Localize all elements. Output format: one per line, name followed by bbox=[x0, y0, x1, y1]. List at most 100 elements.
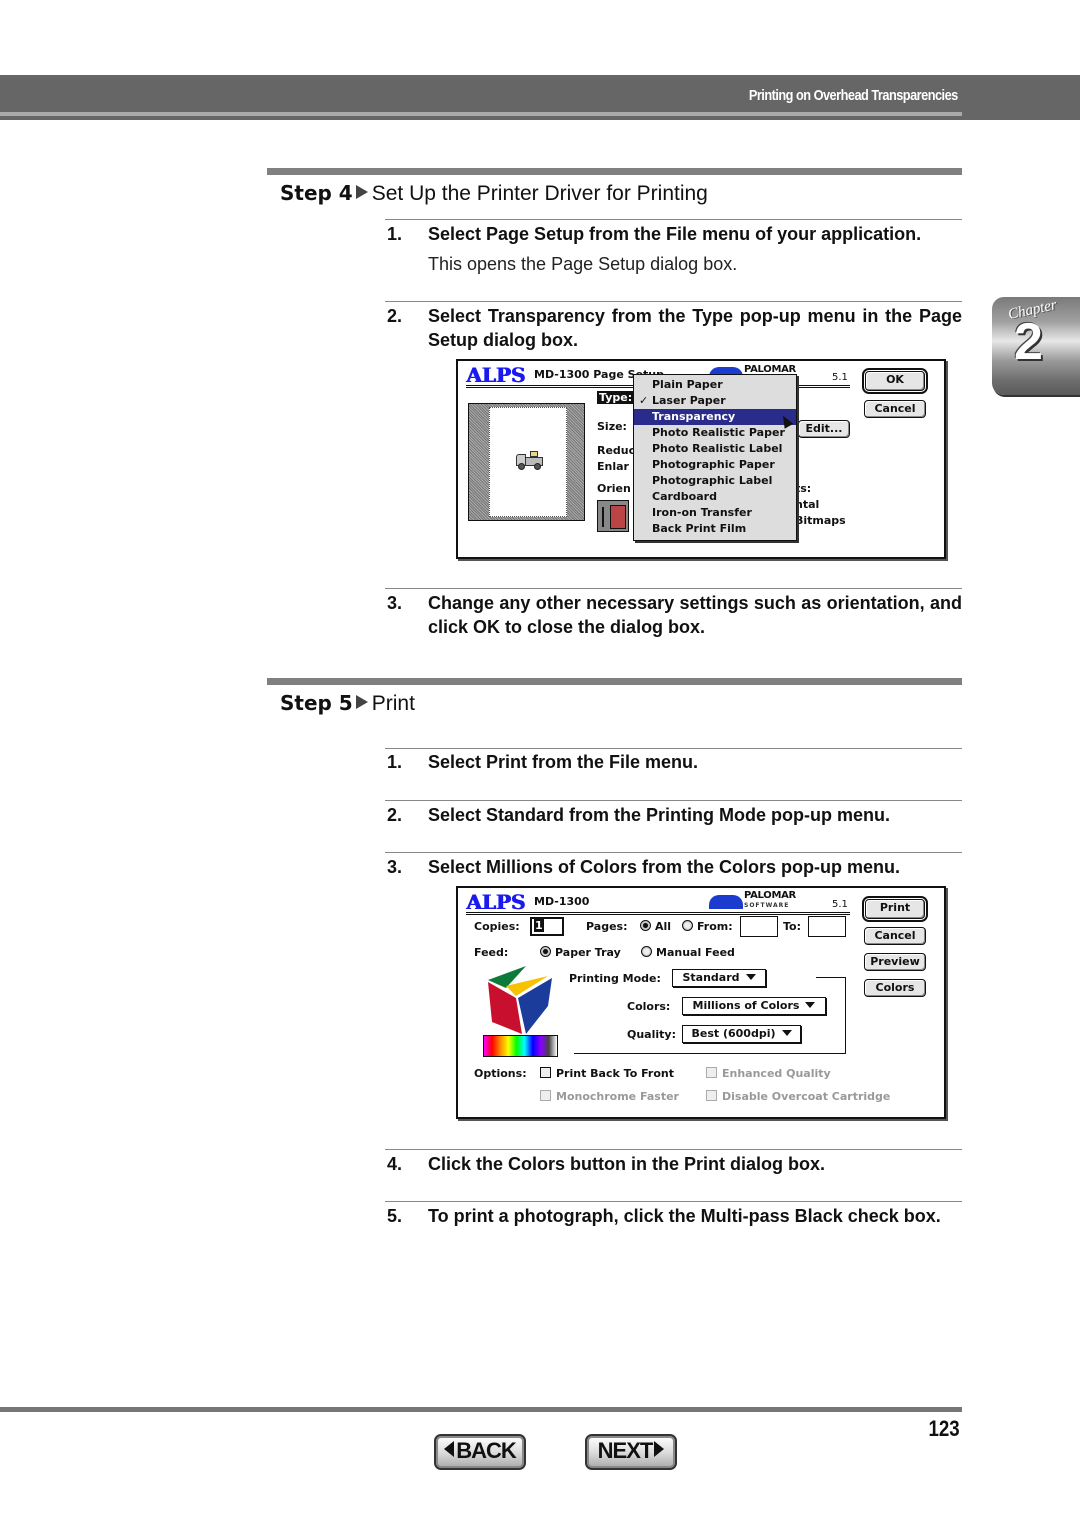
item-text: Select Page Setup from the File menu of … bbox=[428, 224, 922, 244]
enlarge-label: Enlar bbox=[597, 460, 629, 473]
preview-button[interactable]: Preview bbox=[864, 953, 926, 971]
colors-button[interactable]: Colors bbox=[864, 979, 926, 997]
step4-item-2: 2. Select Transparency from the Type pop… bbox=[387, 304, 962, 352]
footer-rule bbox=[0, 1407, 962, 1412]
version: 5.1 bbox=[832, 372, 848, 383]
effects-label: ts: bbox=[795, 482, 812, 495]
radio-icon bbox=[682, 920, 693, 931]
quality-popup[interactable]: Best (600dpi) bbox=[682, 1025, 801, 1043]
size-label: Size: bbox=[597, 420, 627, 433]
horizontal-label: ntal bbox=[795, 498, 820, 511]
reduce-label: Reduc bbox=[597, 444, 636, 457]
pages-all-radio[interactable]: All bbox=[640, 920, 671, 933]
portrait-orientation-icon[interactable] bbox=[597, 500, 629, 532]
divider bbox=[385, 748, 962, 749]
section-title: Printing on Overhead Transparencies bbox=[749, 87, 958, 104]
monochrome-faster-checkbox[interactable]: Monochrome Faster bbox=[540, 1090, 679, 1103]
dialog-title: MD-1300 bbox=[534, 895, 590, 908]
checkbox-icon bbox=[540, 1067, 551, 1078]
next-button[interactable]: NEXT bbox=[585, 1434, 677, 1470]
menu-item-laser-paper[interactable]: ✓ Laser Paper bbox=[634, 393, 796, 409]
copies-input[interactable]: 1 bbox=[530, 917, 564, 936]
color-cube-logo-icon bbox=[488, 966, 552, 1034]
menu-item-photographic-label[interactable]: Photographic Label bbox=[634, 473, 796, 489]
title-rule bbox=[466, 912, 850, 915]
item-number: 2. bbox=[387, 306, 403, 326]
pages-from-radio[interactable]: From: bbox=[682, 920, 733, 933]
menu-item-photo-realistic-paper[interactable]: Photo Realistic Paper bbox=[634, 425, 796, 441]
divider bbox=[385, 301, 962, 302]
alps-logo: ALPS bbox=[466, 890, 526, 914]
vendor-sub: SOFTWARE bbox=[744, 902, 790, 909]
step5-item-1: 1. Select Print from the File menu. bbox=[387, 750, 962, 774]
step4-item-1-note: This opens the Page Setup dialog box. bbox=[428, 254, 738, 274]
options-label: Options: bbox=[474, 1067, 527, 1080]
ok-button[interactable]: OK bbox=[862, 368, 928, 394]
paper-preview bbox=[489, 407, 567, 517]
divider bbox=[385, 1149, 962, 1150]
dropdown-arrow-icon bbox=[745, 974, 756, 980]
item-number: 4. bbox=[387, 1154, 403, 1174]
pages-label: Pages: bbox=[586, 920, 628, 933]
menu-item-cardboard[interactable]: Cardboard bbox=[634, 489, 796, 505]
step5-heading: Step 5 Print bbox=[280, 690, 415, 717]
step5-item-5: 5. To print a photograph, click the Mult… bbox=[387, 1204, 962, 1228]
bitmaps-label: Bitmaps bbox=[795, 514, 846, 527]
item-number: 3. bbox=[387, 593, 403, 613]
menu-item-plain-paper[interactable]: Plain Paper bbox=[634, 377, 796, 393]
manual-feed-radio[interactable]: Manual Feed bbox=[641, 946, 735, 959]
menu-item-transparency[interactable]: Transparency bbox=[634, 409, 796, 425]
checkbox-icon bbox=[706, 1067, 717, 1078]
colors-label: Colors: bbox=[627, 1000, 671, 1013]
disable-overcoat-cartridge-checkbox[interactable]: Disable Overcoat Cartridge bbox=[706, 1090, 890, 1103]
step4-heading: Step 4 Set Up the Printer Driver for Prin… bbox=[280, 180, 708, 207]
print-dialog: ALPS MD-1300 PALOMAR SOFTWARE 5.1 Print … bbox=[456, 886, 946, 1119]
from-input[interactable] bbox=[740, 916, 778, 937]
item-text: Click the Colors button in the Print dia… bbox=[428, 1154, 826, 1174]
divider bbox=[385, 588, 962, 589]
version: 5.1 bbox=[832, 899, 848, 910]
type-label[interactable]: Type: bbox=[597, 391, 635, 404]
item-number: 1. bbox=[387, 752, 403, 772]
item-text: Select Transparency from the Type pop-up… bbox=[428, 306, 962, 350]
step5-item-2: 2. Select Standard from the Printing Mod… bbox=[387, 803, 962, 827]
item-number: 2. bbox=[387, 805, 403, 825]
paper-tray-radio[interactable]: Paper Tray bbox=[540, 946, 621, 959]
page-number: 123 bbox=[928, 1416, 960, 1441]
menu-item-photographic-paper[interactable]: Photographic Paper bbox=[634, 457, 796, 473]
menu-item-back-print-film[interactable]: Back Print Film bbox=[634, 521, 796, 537]
cancel-button[interactable]: Cancel bbox=[864, 927, 926, 945]
dropdown-arrow-icon bbox=[781, 1030, 792, 1036]
back-button[interactable]: BACK bbox=[434, 1434, 526, 1470]
print-back-to-front-checkbox[interactable]: Print Back To Front bbox=[540, 1067, 674, 1080]
menu-item-photo-realistic-label[interactable]: Photo Realistic Label bbox=[634, 441, 796, 457]
step4-item-1: 1. Select Page Setup from the File menu … bbox=[387, 222, 962, 246]
chapter-number: 2 bbox=[1014, 313, 1043, 371]
enhanced-quality-checkbox[interactable]: Enhanced Quality bbox=[706, 1067, 831, 1080]
divider bbox=[385, 1201, 962, 1202]
cancel-button[interactable]: Cancel bbox=[864, 400, 926, 418]
menu-item-iron-on-transfer[interactable]: Iron-on Transfer bbox=[634, 505, 796, 521]
printing-mode-popup[interactable]: Standard bbox=[672, 969, 766, 987]
radio-icon bbox=[641, 946, 652, 957]
checkmark-icon: ✓ bbox=[639, 394, 649, 407]
step-arrow-icon bbox=[355, 185, 368, 199]
group-box-bottom bbox=[574, 1053, 846, 1054]
step4-bar bbox=[267, 168, 962, 175]
orientation-label: Orien bbox=[597, 482, 631, 495]
step5-item-3: 3. Select Millions of Colors from the Co… bbox=[387, 855, 962, 879]
item-text: Change any other necessary settings such… bbox=[428, 593, 962, 637]
header-rule bbox=[0, 112, 962, 116]
copies-label: Copies: bbox=[474, 920, 520, 933]
step5-bar bbox=[267, 678, 962, 685]
divider bbox=[385, 800, 962, 801]
to-input[interactable] bbox=[808, 916, 846, 937]
print-button[interactable]: Print bbox=[862, 896, 928, 922]
group-box-top bbox=[816, 977, 846, 978]
colors-popup[interactable]: Millions of Colors bbox=[682, 997, 826, 1015]
type-popup-menu[interactable]: Plain Paper ✓ Laser Paper Transparency Ph… bbox=[633, 374, 797, 541]
edit-button[interactable]: Edit... bbox=[798, 420, 850, 438]
divider bbox=[385, 852, 962, 853]
step-arrow-icon bbox=[355, 695, 368, 709]
item-text: Select Print from the File menu. bbox=[428, 752, 699, 772]
